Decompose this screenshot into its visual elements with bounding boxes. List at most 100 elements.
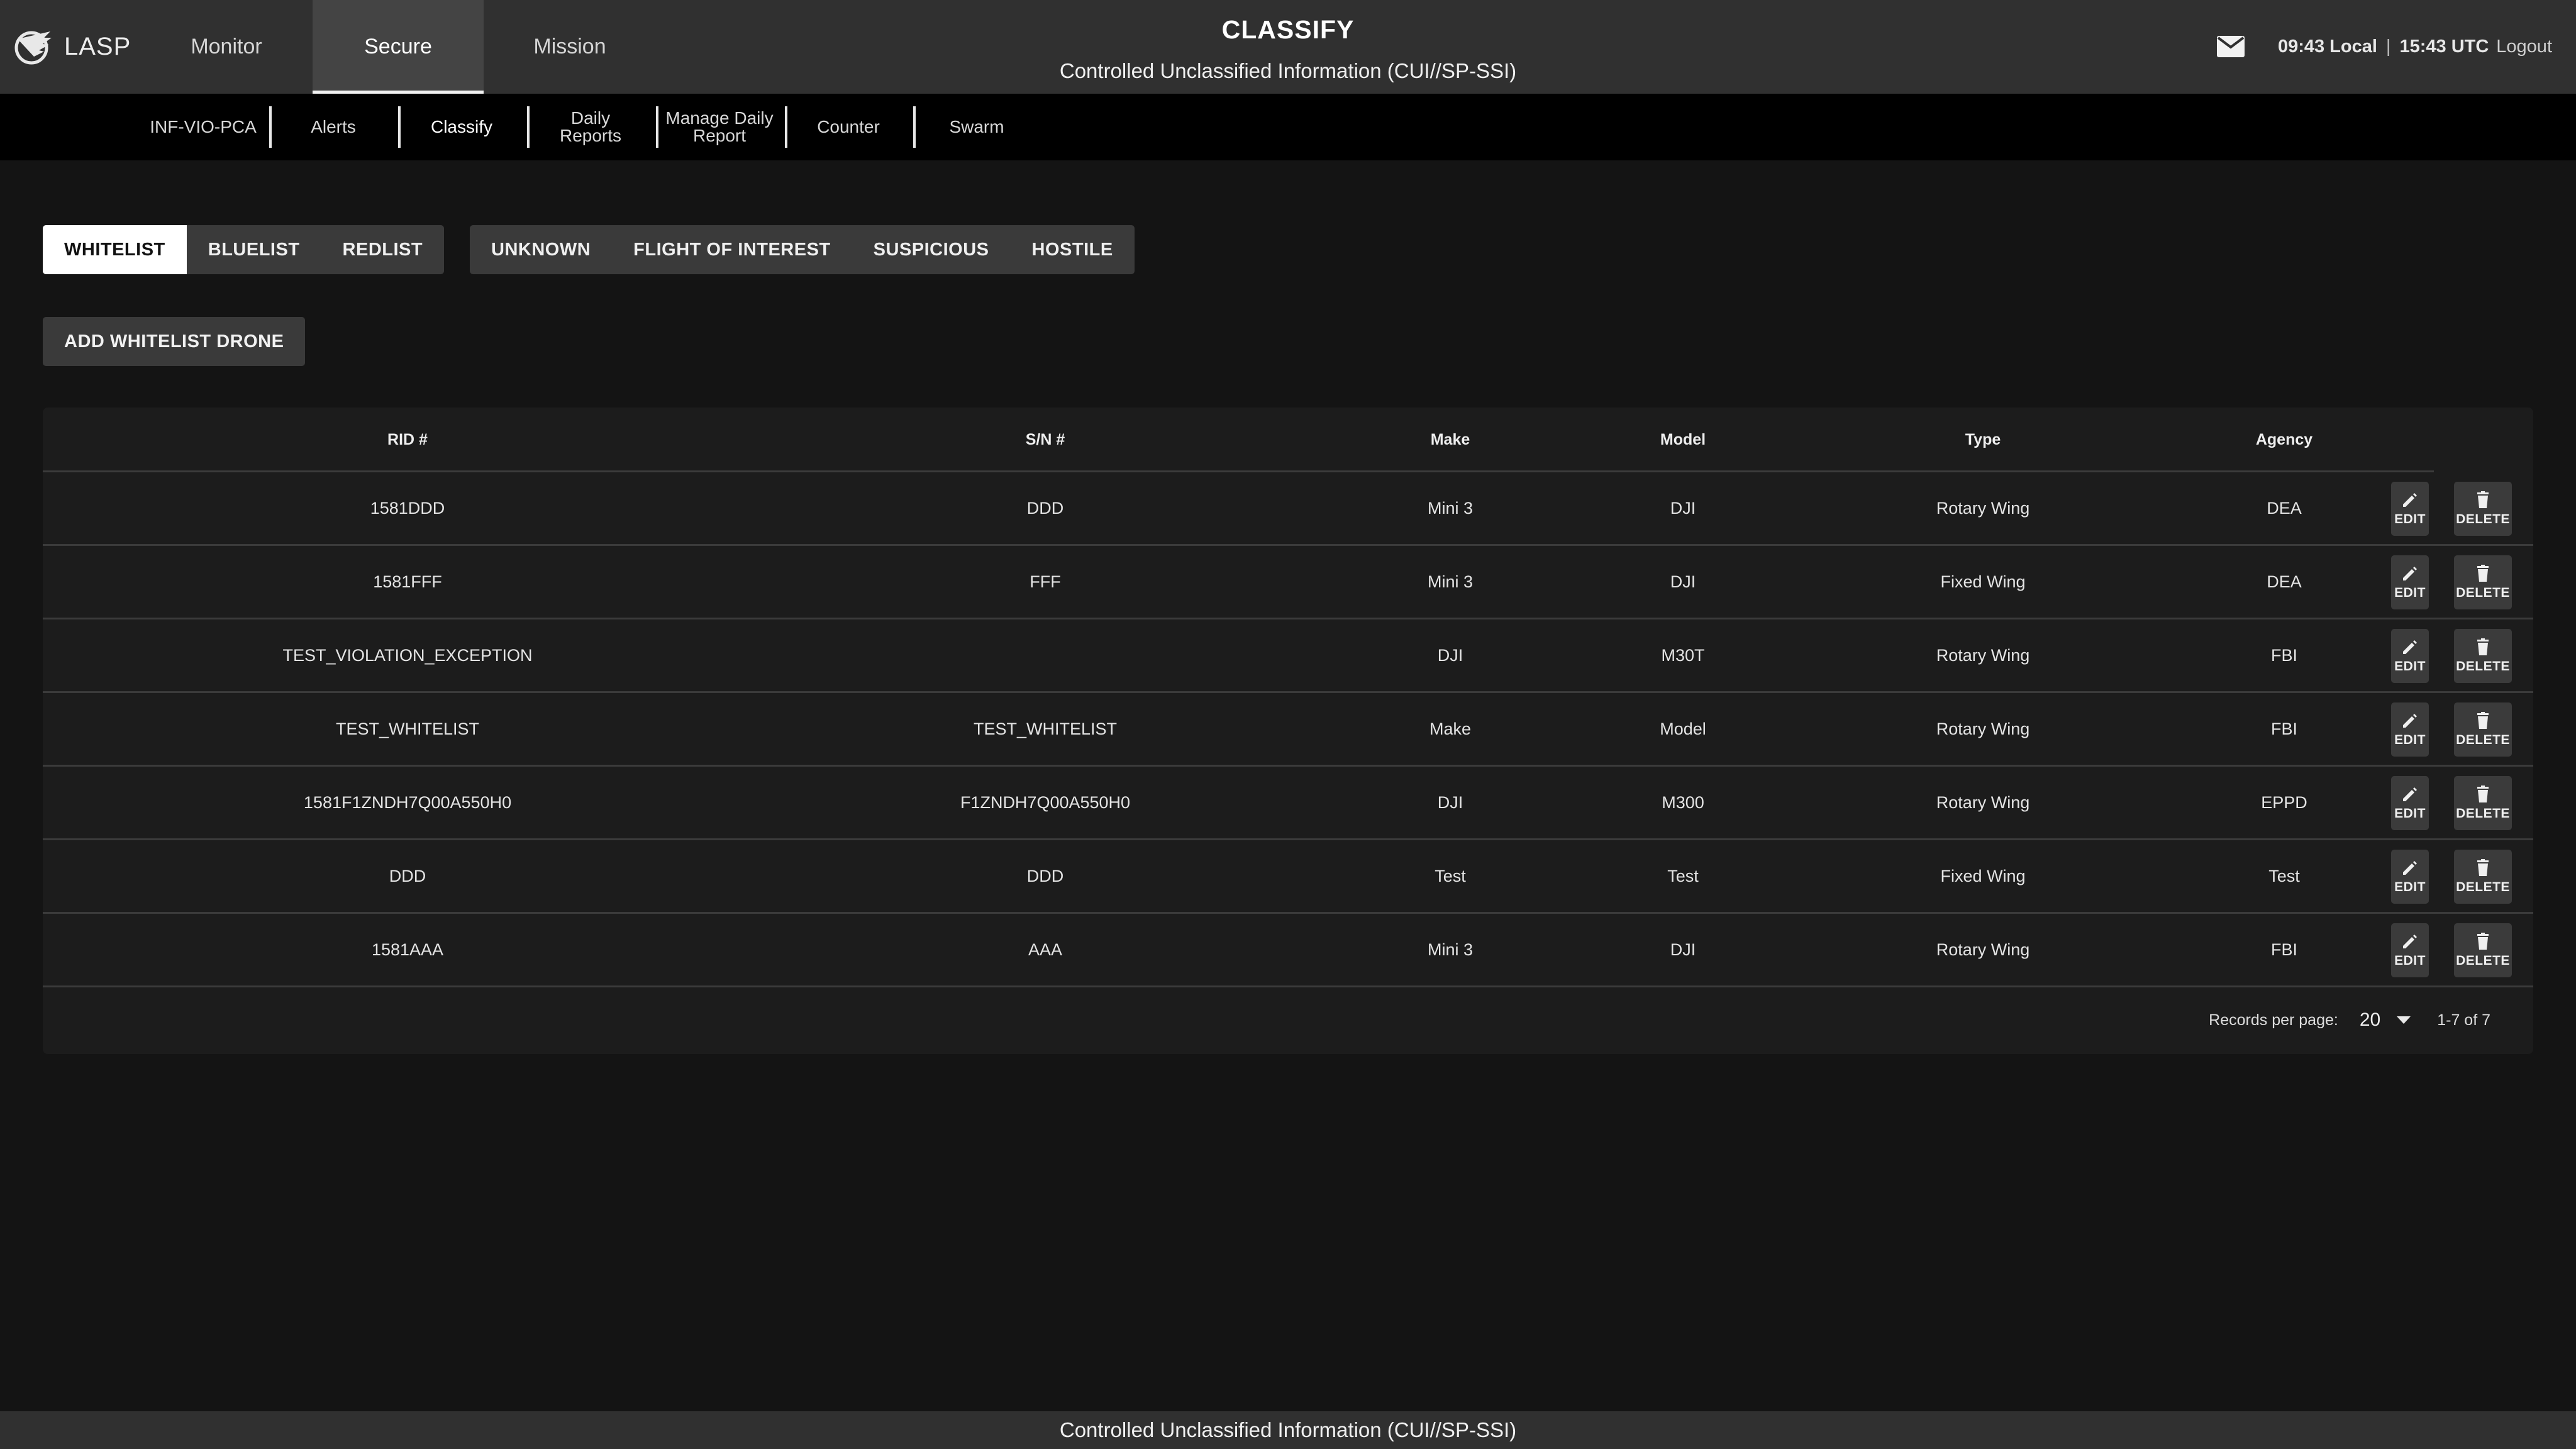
- trash-icon: [2477, 638, 2489, 655]
- table-row: 1581AAA AAA Mini 3 DJI Rotary Wing FBI EDIT DEL…: [43, 913, 2533, 987]
- subtab-counter[interactable]: Counter: [786, 105, 911, 149]
- page-range: 1-7 of 7: [2437, 1011, 2490, 1029]
- cell-agency: DEA: [2267, 572, 2302, 591]
- cell-type: Rotary Wing: [1936, 646, 2030, 665]
- cell-agency: FBI: [2270, 940, 2297, 959]
- edit-button[interactable]: EDIT: [2391, 555, 2429, 609]
- cell-model: DJI: [1670, 940, 1696, 959]
- filter-unknown[interactable]: UNKNOWN: [470, 225, 612, 274]
- cell-sn: AAA: [1028, 940, 1063, 959]
- pagination: Records per page: 20 1-7 of 7: [2209, 1005, 2490, 1035]
- filter-hostile[interactable]: HOSTILE: [1011, 225, 1135, 274]
- trash-icon: [2477, 786, 2489, 802]
- filter-flight-of-interest[interactable]: FLIGHT OF INTEREST: [612, 225, 852, 274]
- cell-make: Mini 3: [1427, 940, 1474, 959]
- delete-label: DELETE: [2456, 586, 2510, 600]
- delete-label: DELETE: [2456, 806, 2510, 821]
- mail-icon[interactable]: [2216, 35, 2245, 58]
- time-separator: |: [2385, 36, 2391, 57]
- cell-type: Rotary Wing: [1936, 793, 2030, 812]
- edit-button[interactable]: EDIT: [2391, 923, 2429, 977]
- delete-button[interactable]: DELETE: [2454, 555, 2512, 609]
- cell-agency: Test: [2268, 867, 2300, 886]
- table-row: 1581FFF FFF Mini 3 DJI Fixed Wing DEA EDIT DELE…: [43, 545, 2533, 619]
- table-row: 1581DDD DDD Mini 3 DJI Rotary Wing DEA EDIT DEL…: [43, 472, 2533, 545]
- filter-whitelist[interactable]: WHITELIST: [43, 225, 187, 274]
- cell-agency: FBI: [2270, 719, 2297, 738]
- filter-suspicious[interactable]: SUSPICIOUS: [852, 225, 1011, 274]
- column-header-rid[interactable]: RID #: [43, 408, 772, 472]
- subtab-classify[interactable]: Classify: [399, 105, 525, 149]
- delete-button[interactable]: DELETE: [2454, 776, 2512, 830]
- edit-button[interactable]: EDIT: [2391, 702, 2429, 757]
- edit-label: EDIT: [2394, 586, 2426, 600]
- cell-make: Make: [1429, 719, 1472, 738]
- edit-button[interactable]: EDIT: [2391, 629, 2429, 683]
- nav-tab-secure[interactable]: Secure: [313, 0, 484, 94]
- pencil-icon: [2403, 493, 2417, 507]
- filter-bluelist[interactable]: BLUELIST: [187, 225, 321, 274]
- subtab-daily-reports[interactable]: Daily Reports: [528, 105, 653, 149]
- edit-label: EDIT: [2394, 880, 2426, 894]
- records-per-page-select[interactable]: 20: [2360, 1009, 2412, 1031]
- row-divider: [43, 985, 2533, 987]
- delete-button[interactable]: DELETE: [2454, 482, 2512, 536]
- cell-sn: [772, 619, 1318, 692]
- cell-make: DJI: [1437, 646, 1463, 665]
- cell-rid: 1581FFF: [373, 572, 442, 591]
- list-filter-group: WHITELIST BLUELIST REDLIST: [43, 225, 445, 274]
- table-header-row: RID # S/N # Make Model Type Agency: [43, 408, 2533, 472]
- cell-agency: FBI: [2270, 646, 2297, 665]
- delete-label: DELETE: [2456, 953, 2510, 968]
- cell-make: DJI: [1437, 793, 1463, 812]
- eagle-logo-icon: [14, 31, 52, 65]
- pencil-icon: [2403, 714, 2417, 728]
- pencil-icon: [2403, 935, 2417, 948]
- nav-tab-monitor[interactable]: Monitor: [141, 0, 312, 94]
- sub-navigation: INF-VIO-PCA Alerts Classify Daily Report…: [0, 94, 2576, 160]
- trash-icon: [2477, 491, 2489, 508]
- app-name: LASP: [64, 32, 131, 60]
- add-whitelist-drone-button[interactable]: ADD WHITELIST DRONE: [43, 317, 306, 366]
- classification-footer: Controlled Unclassified Information (CUI…: [0, 1411, 2576, 1449]
- edit-button[interactable]: EDIT: [2391, 850, 2429, 904]
- delete-button[interactable]: DELETE: [2454, 923, 2512, 977]
- cell-sn: DDD: [1026, 867, 1064, 886]
- edit-label: EDIT: [2394, 512, 2426, 526]
- column-header-sn[interactable]: S/N #: [772, 408, 1318, 472]
- cell-model: M30T: [1661, 646, 1705, 665]
- pencil-icon: [2403, 640, 2417, 654]
- edit-button[interactable]: EDIT: [2391, 482, 2429, 536]
- cell-type: Fixed Wing: [1940, 867, 2026, 886]
- table-row: TEST_VIOLATION_EXCEPTION DJI M30T Rotary Wi…: [43, 619, 2533, 692]
- column-header-agency[interactable]: Agency: [2190, 408, 2379, 472]
- column-header-model[interactable]: Model: [1595, 408, 1771, 472]
- cell-agency: DEA: [2267, 499, 2302, 518]
- delete-label: DELETE: [2456, 512, 2510, 526]
- delete-button[interactable]: DELETE: [2454, 702, 2512, 757]
- edit-label: EDIT: [2394, 953, 2426, 968]
- cell-model: Model: [1660, 719, 1706, 738]
- cell-make: Mini 3: [1427, 572, 1474, 591]
- subtab-alerts[interactable]: Alerts: [270, 105, 396, 149]
- cell-model: Test: [1667, 867, 1699, 886]
- subtab-inf-vio-pca[interactable]: INF-VIO-PCA: [140, 105, 266, 149]
- cell-sn: TEST_WHITELIST: [973, 719, 1118, 738]
- utc-time: 15:43 UTC: [2399, 36, 2489, 57]
- logout-link[interactable]: Logout: [2496, 36, 2552, 57]
- session-info: 09:43 Local | 15:43 UTC Logout: [2216, 31, 2552, 62]
- subtab-manage-daily-report[interactable]: Manage Daily Report: [657, 105, 782, 149]
- subtab-swarm[interactable]: Swarm: [914, 105, 1040, 149]
- delete-button[interactable]: DELETE: [2454, 850, 2512, 904]
- pencil-icon: [2403, 861, 2417, 875]
- delete-button[interactable]: DELETE: [2454, 629, 2512, 683]
- cell-type: Rotary Wing: [1936, 719, 2030, 738]
- page-title: CLASSIFY: [1221, 15, 1355, 44]
- column-header-make[interactable]: Make: [1362, 408, 1538, 472]
- nav-tab-mission[interactable]: Mission: [484, 0, 655, 94]
- edit-button[interactable]: EDIT: [2391, 776, 2429, 830]
- trash-icon: [2477, 859, 2489, 876]
- filter-redlist[interactable]: REDLIST: [321, 225, 445, 274]
- brand[interactable]: LASP: [13, 23, 131, 70]
- column-header-type[interactable]: Type: [1857, 408, 2109, 472]
